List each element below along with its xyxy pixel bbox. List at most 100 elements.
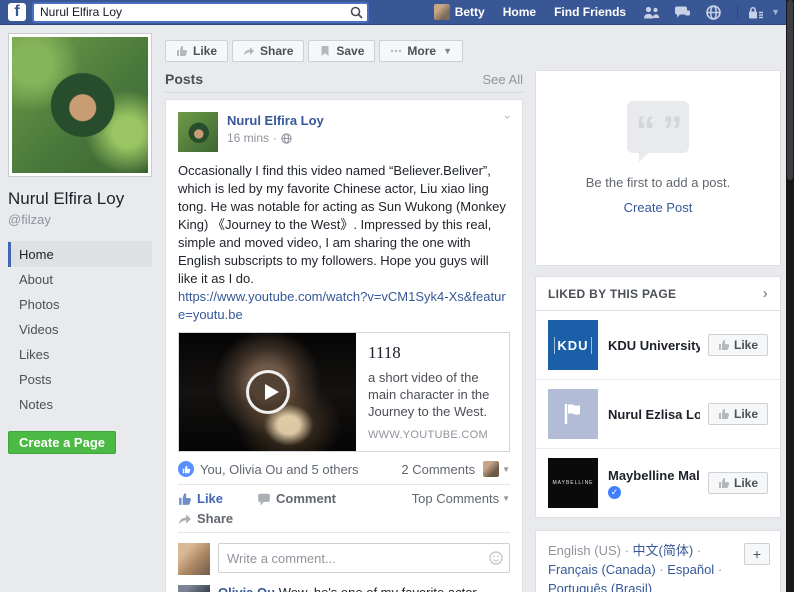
scrollbar-thumb[interactable] bbox=[787, 0, 793, 180]
notifications-globe-icon[interactable] bbox=[705, 5, 722, 20]
sort-caret-icon: ▼ bbox=[502, 494, 510, 503]
account-menu-caret-icon[interactable]: ▼ bbox=[771, 7, 780, 17]
liked-page-like-button[interactable]: Like bbox=[708, 403, 768, 425]
posts-title: Posts bbox=[165, 71, 203, 87]
page-save-button[interactable]: Save bbox=[308, 40, 375, 62]
facebook-logo[interactable]: f bbox=[8, 3, 26, 21]
language-option[interactable]: Español bbox=[667, 562, 714, 577]
create-post-link[interactable]: Create Post bbox=[536, 200, 780, 215]
post-timestamp[interactable]: 16 mins bbox=[227, 131, 269, 145]
comment-sort-label: Top Comments bbox=[412, 491, 499, 506]
liked-page-name[interactable]: Nurul Ezlisa Loy bbox=[608, 407, 700, 422]
comment-avatar[interactable] bbox=[178, 585, 210, 592]
verified-badge-icon: ✓ bbox=[608, 486, 621, 499]
comment-author[interactable]: Olivia Ou bbox=[218, 585, 275, 592]
post-author-avatar[interactable] bbox=[178, 112, 218, 152]
empty-posts-message: Be the first to add a post. bbox=[536, 175, 780, 190]
liked-page-like-button[interactable]: Like bbox=[708, 334, 768, 356]
scrollbar[interactable] bbox=[786, 0, 794, 592]
post-meta: 16 mins · bbox=[227, 131, 324, 145]
post-card: › Nurul Elfira Loy 16 mins · Occasionall… bbox=[165, 99, 523, 592]
sidebar-item-photos[interactable]: Photos bbox=[8, 292, 152, 317]
post-options-chevron-icon[interactable]: › bbox=[501, 115, 515, 119]
user-avatar[interactable] bbox=[434, 4, 450, 20]
bookmark-icon bbox=[319, 45, 331, 57]
play-button-icon[interactable] bbox=[246, 370, 290, 414]
post-share-label: Share bbox=[197, 511, 233, 526]
sidebar-item-posts[interactable]: Posts bbox=[8, 367, 152, 392]
comment-item: Olivia Ou Wow, he's one of my favorite a… bbox=[178, 585, 510, 592]
comments-count[interactable]: 2 Comments bbox=[401, 462, 475, 477]
privacy-shortcuts-lock-icon[interactable] bbox=[748, 5, 763, 20]
video-thumbnail[interactable] bbox=[179, 333, 356, 451]
emoji-smiley-icon[interactable] bbox=[489, 551, 503, 565]
comment-composer bbox=[178, 543, 510, 575]
search-icon[interactable] bbox=[350, 6, 363, 19]
page-like-button[interactable]: Like bbox=[165, 40, 228, 62]
page-share-label: Share bbox=[260, 44, 293, 58]
page-more-button[interactable]: More ▼ bbox=[379, 40, 463, 62]
profile-photo-card[interactable] bbox=[8, 33, 152, 177]
thumb-up-icon bbox=[718, 339, 730, 351]
nav-home-link[interactable]: Home bbox=[503, 5, 536, 19]
post-comment-button[interactable]: Comment bbox=[257, 491, 336, 506]
kdu-logo[interactable]: KDU bbox=[548, 320, 598, 370]
liked-page-row: MAYBELLINE Maybelline Mal... ✓ Like bbox=[536, 449, 780, 517]
page-handle: @filzay bbox=[8, 212, 152, 227]
left-sidebar: Nurul Elfira Loy @filzay Home About Phot… bbox=[8, 33, 152, 454]
messages-icon[interactable] bbox=[674, 5, 691, 20]
thumb-up-icon bbox=[718, 408, 730, 420]
liked-page-name[interactable]: Maybelline Mal... bbox=[608, 468, 700, 483]
language-option[interactable]: Português (Brasil) bbox=[548, 581, 652, 592]
sidebar-item-home[interactable]: Home bbox=[8, 242, 152, 267]
attachment-body: 1118 a short video of the main character… bbox=[356, 333, 509, 451]
link-attachment[interactable]: 1118 a short video of the main character… bbox=[178, 332, 510, 452]
comment-input[interactable] bbox=[218, 543, 510, 573]
meta-dot: · bbox=[273, 131, 277, 145]
posts-section-header: Posts See All bbox=[165, 71, 523, 93]
comments-filter-dropdown[interactable]: ▼ bbox=[475, 461, 510, 477]
sidebar-item-about[interactable]: About bbox=[8, 267, 152, 292]
language-option[interactable]: 中文(简体) bbox=[633, 543, 694, 558]
sidebar-item-videos[interactable]: Videos bbox=[8, 317, 152, 342]
liked-page-name[interactable]: KDU University C... bbox=[608, 338, 700, 353]
comment-sort-selector[interactable]: Top Comments ▼ bbox=[412, 491, 510, 506]
composer-avatar bbox=[178, 543, 210, 575]
sidebar-item-likes[interactable]: Likes bbox=[8, 342, 152, 367]
create-page-button[interactable]: Create a Page bbox=[8, 431, 116, 454]
like-button-label: Like bbox=[734, 338, 758, 352]
attachment-title[interactable]: 1118 bbox=[368, 343, 497, 363]
like-button-label: Like bbox=[734, 407, 758, 421]
profile-photo[interactable] bbox=[12, 37, 148, 173]
liked-by-chevron-icon[interactable]: › bbox=[763, 285, 768, 302]
page-more-label: More bbox=[407, 44, 436, 58]
post-author-name[interactable]: Nurul Elfira Loy bbox=[227, 113, 324, 128]
post-link[interactable]: https://www.youtube.com/watch?v=vCM1Syk4… bbox=[178, 288, 510, 324]
like-count-badge-icon bbox=[178, 461, 194, 477]
likers-text[interactable]: You, Olivia Ou and 5 others bbox=[200, 462, 359, 477]
add-language-button[interactable]: + bbox=[744, 543, 770, 565]
friend-requests-icon[interactable] bbox=[643, 5, 660, 20]
page-title: Nurul Elfira Loy bbox=[8, 189, 152, 209]
post-share-button[interactable]: Share bbox=[178, 511, 476, 526]
nav-user-name[interactable]: Betty bbox=[455, 5, 485, 19]
post-like-button[interactable]: Like bbox=[178, 491, 223, 506]
comment-text: Wow, he's one of my favorite actor bbox=[279, 585, 477, 592]
flag-placeholder-icon[interactable] bbox=[548, 389, 598, 439]
page-action-bar: Like Share Save More ▼ bbox=[165, 40, 523, 62]
language-option[interactable]: Français (Canada) bbox=[548, 562, 656, 577]
maybelline-logo[interactable]: MAYBELLINE bbox=[548, 458, 598, 508]
share-arrow-icon bbox=[243, 45, 255, 57]
empty-posts-card: “ ” Be the first to add a post. Create P… bbox=[535, 70, 781, 266]
search-input[interactable] bbox=[33, 3, 368, 22]
sidebar-item-notes[interactable]: Notes bbox=[8, 392, 152, 417]
attachment-source: WWW.YOUTUBE.COM bbox=[368, 429, 488, 441]
nav-find-friends-link[interactable]: Find Friends bbox=[554, 5, 626, 19]
more-caret-icon: ▼ bbox=[443, 46, 452, 56]
post-social-row: You, Olivia Ou and 5 others 2 Comments ▼ bbox=[178, 461, 510, 485]
sidebar-menu: Home About Photos Videos Likes Posts Not… bbox=[8, 241, 152, 417]
post-like-label: Like bbox=[197, 491, 223, 506]
see-all-link[interactable]: See All bbox=[483, 72, 523, 87]
liked-page-like-button[interactable]: Like bbox=[708, 472, 768, 494]
page-share-button[interactable]: Share bbox=[232, 40, 304, 62]
